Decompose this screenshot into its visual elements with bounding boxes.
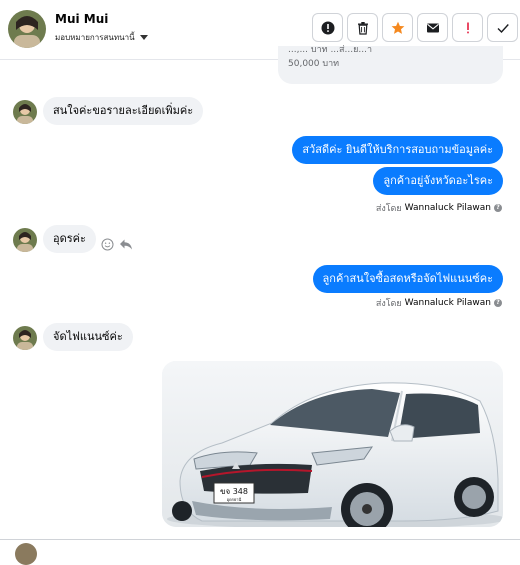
message-text-partial-2: 50,000 บาท <box>288 59 340 69</box>
star-icon <box>391 21 404 34</box>
contact-avatar[interactable] <box>8 10 46 48</box>
car-photo-attachment[interactable]: ขจ 348 อุดรธานี <box>162 361 503 527</box>
license-plate-number: ขจ 348 <box>220 487 248 496</box>
sent-by-name[interactable]: Wannaluck Pilawan <box>405 298 491 308</box>
contact-avatar-small[interactable] <box>13 100 37 124</box>
info-icon[interactable]: ? <box>494 299 502 307</box>
message-bubble-partial: ...,... บาท ...ส่...ย...า 50,000 บาท <box>278 45 503 84</box>
alert-circle-icon <box>321 21 334 34</box>
contact-avatar-small[interactable] <box>13 228 37 252</box>
incoming-message[interactable]: สนใจค่ะขอรายละเอียดเพิ่มค่ะ <box>43 97 204 125</box>
outgoing-message[interactable]: ลูกค้าสนใจซื้อสดหรือจัดไฟแนนซ์คะ <box>312 265 503 293</box>
exclamation-icon <box>466 22 469 33</box>
sent-by-prefix: ส่งโดย <box>375 299 402 309</box>
assign-conversation-dropdown[interactable]: มอบหมายการสนทนานี้ <box>55 31 148 44</box>
info-icon[interactable]: ? <box>494 204 502 212</box>
star-button[interactable] <box>382 13 413 42</box>
contact-name[interactable]: Mui Mui <box>55 12 108 26</box>
header-actions <box>312 13 518 42</box>
sent-by-name[interactable]: Wannaluck Pilawan <box>405 203 491 213</box>
incoming-message[interactable]: จัดไฟแนนซ์ค่ะ <box>43 323 133 351</box>
react-smiley-icon[interactable] <box>101 236 114 255</box>
outgoing-message[interactable]: ลูกค้าอยู่จังหวัดอะไรคะ <box>373 167 503 195</box>
delete-button[interactable] <box>347 13 378 42</box>
sent-by-label: ส่งโดย Wannaluck Pilawan ? <box>376 296 502 310</box>
car-image: ขจ 348 อุดรธานี <box>162 361 503 527</box>
contact-avatar-small[interactable] <box>13 326 37 350</box>
check-icon <box>497 23 509 33</box>
envelope-icon <box>426 23 439 32</box>
incoming-message[interactable]: อุดรค่ะ <box>43 225 96 253</box>
message-text-partial: ...,... บาท ...ส่...ย...า <box>288 45 373 55</box>
outgoing-message[interactable]: สวัสดีค่ะ ยินดีให้บริการสอบถามข้อมูลค่ะ <box>292 136 503 164</box>
composer-avatar <box>15 543 37 565</box>
done-button[interactable] <box>487 13 518 42</box>
alert-button[interactable] <box>312 13 343 42</box>
sent-by-prefix: ส่งโดย <box>375 204 402 214</box>
trash-icon <box>357 21 368 35</box>
sent-by-label: ส่งโดย Wannaluck Pilawan ? <box>376 201 502 215</box>
message-thread[interactable]: ...,... บาท ...ส่...ย...า 50,000 บาท สนใ… <box>0 45 520 547</box>
mark-unread-button[interactable] <box>417 13 448 42</box>
reply-icon[interactable] <box>119 236 133 255</box>
follow-up-button[interactable] <box>452 13 483 42</box>
caret-down-icon <box>139 35 148 40</box>
assign-label: มอบหมายการสนทนานี้ <box>55 33 135 42</box>
